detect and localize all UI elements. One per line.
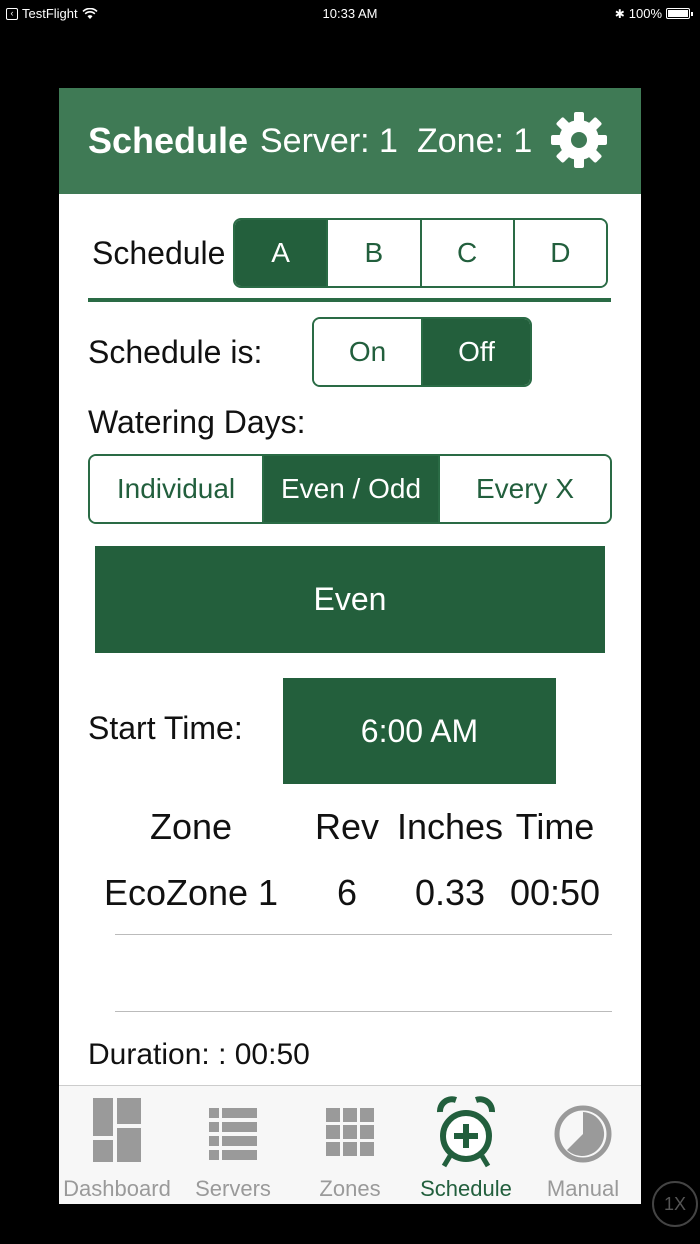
schedule-option-c[interactable]: C	[419, 220, 513, 286]
page-title: Schedule	[88, 120, 249, 161]
schedule-on-option[interactable]: On	[314, 319, 421, 385]
inches-column-header: Inches	[396, 806, 504, 847]
tab-zones[interactable]: Zones	[292, 1086, 408, 1204]
watering-even-odd-option[interactable]: Even / Odd	[262, 456, 438, 522]
zoom-badge[interactable]: 1X	[652, 1181, 698, 1227]
rev-column-header: Rev	[314, 806, 380, 847]
tab-label-dashboard: Dashboard	[63, 1176, 171, 1201]
battery-percent: 100%	[628, 6, 662, 21]
schedule-option-b[interactable]: B	[326, 220, 420, 286]
gear-icon[interactable]	[549, 110, 609, 170]
duration-text: Duration: : 00:50	[88, 1038, 310, 1071]
table-row-divider	[115, 1011, 612, 1012]
zone-indicator: Zone: 1	[417, 122, 533, 160]
schedule-option-d[interactable]: D	[512, 220, 606, 286]
schedule-state-label: Schedule is:	[88, 334, 263, 370]
tab-label-manual: Manual	[546, 1176, 620, 1201]
time-column-header: Time	[515, 806, 595, 847]
watering-days-label: Watering Days:	[88, 404, 306, 440]
dashboard-icon	[93, 1098, 141, 1162]
app-header: Schedule Server: 1 Zone: 1	[59, 88, 641, 194]
status-time: 10:33 AM	[322, 6, 378, 21]
zones-icon	[326, 1108, 374, 1156]
tab-schedule[interactable]: Schedule	[408, 1086, 524, 1204]
tab-label-servers: Servers	[195, 1176, 271, 1201]
table-row-divider	[115, 934, 612, 935]
schedule-state-toggle: On Off	[312, 317, 532, 387]
tab-manual[interactable]: Manual	[525, 1086, 641, 1204]
watering-every-x-option[interactable]: Every X	[438, 456, 610, 522]
tab-bar: Dashboard Servers Zones Schedule Manual	[59, 1085, 641, 1204]
schedule-label: Schedule	[92, 235, 226, 271]
rev-cell: 6	[336, 872, 358, 913]
server-indicator: Server: 1	[260, 122, 398, 160]
section-divider	[88, 298, 611, 302]
battery-icon	[666, 8, 693, 19]
tab-label-zones: Zones	[319, 1176, 381, 1201]
inches-cell: 0.33	[414, 872, 486, 913]
time-cell: 00:50	[509, 872, 601, 913]
tab-servers[interactable]: Servers	[175, 1086, 291, 1204]
start-time-label: Start Time:	[88, 710, 243, 746]
tab-label-schedule: Schedule	[420, 1176, 512, 1201]
schedule-option-a[interactable]: A	[235, 220, 327, 286]
watering-days-control: Individual Even / Odd Every X	[88, 454, 612, 524]
app-screen: Schedule Server: 1 Zone: 1 Schedule A B …	[59, 88, 641, 1204]
schedule-off-option[interactable]: Off	[421, 319, 530, 385]
servers-icon	[209, 1108, 257, 1160]
schedule-icon	[437, 1096, 495, 1168]
tab-dashboard[interactable]: Dashboard	[59, 1086, 175, 1204]
bluetooth-icon: ✱	[614, 6, 625, 21]
start-time-button[interactable]: 6:00 AM	[283, 678, 556, 784]
zone-name-cell: EcoZone 1	[103, 872, 279, 913]
schedule-segmented-control: A B C D	[233, 218, 608, 288]
even-odd-button[interactable]: Even	[95, 546, 605, 653]
zone-column-header: Zone	[149, 806, 233, 847]
watering-individual-option[interactable]: Individual	[90, 456, 262, 522]
status-bar: ‹ TestFlight 10:33 AM ✱ 100%	[0, 0, 700, 28]
manual-icon	[554, 1105, 612, 1163]
